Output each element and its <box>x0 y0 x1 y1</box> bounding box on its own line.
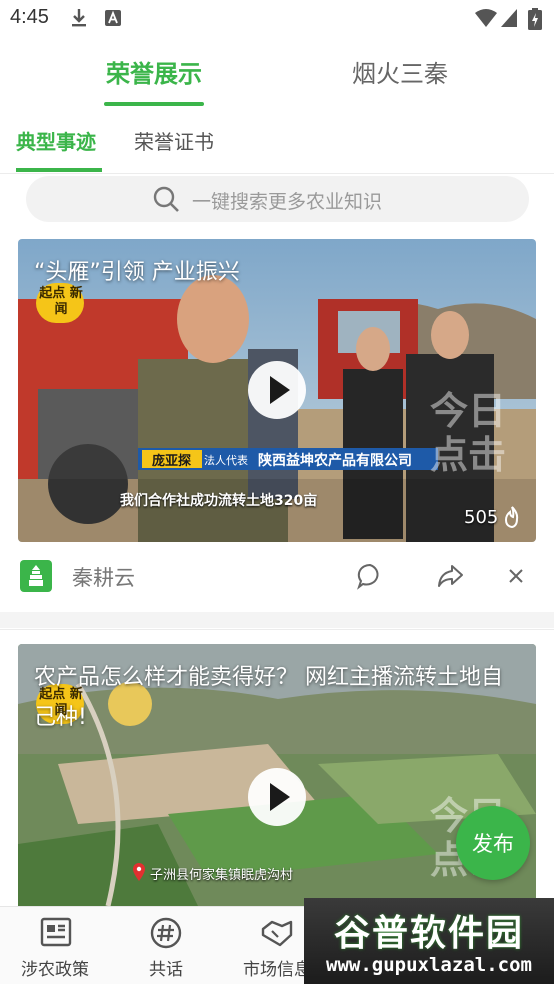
sub-tab-indicator <box>16 168 102 172</box>
hashtag-icon <box>150 917 182 949</box>
pagoda-icon <box>29 565 43 586</box>
search-icon <box>153 186 179 212</box>
nav-label: 共话 <box>149 960 183 980</box>
source-name[interactable]: 秦耕云 <box>72 562 135 592</box>
play-button[interactable] <box>248 768 306 826</box>
view-count: 505 <box>464 507 499 528</box>
card-separator <box>0 612 554 628</box>
status-time: 4:45 <box>10 6 49 28</box>
newspaper-icon <box>40 917 72 947</box>
nav-label: 涉农政策 <box>21 960 89 980</box>
caption-role: 法人代表 <box>204 454 248 467</box>
handshake-icon <box>261 920 293 947</box>
publish-button[interactable]: 发布 <box>456 806 530 880</box>
signal-icon <box>501 9 517 27</box>
location-pin-icon <box>133 863 145 881</box>
card-footer: 秦耕云 <box>0 546 554 606</box>
wifi-icon <box>475 9 497 27</box>
source-logo[interactable] <box>20 560 52 592</box>
tab-typical-deeds[interactable]: 典型事迹 <box>16 126 96 155</box>
publish-label: 发布 <box>472 832 514 856</box>
caption-company: 陕西益坤农产品有限公司 <box>258 453 412 469</box>
divider <box>0 173 554 174</box>
ad-banner[interactable]: 谷普软件园 www.gupuxlazal.com <box>304 898 554 984</box>
battery-icon <box>528 8 542 30</box>
source-badge: 起点 新闻 <box>39 687 83 718</box>
watermark-text: 今日 点击 <box>429 389 506 477</box>
share-icon[interactable] <box>436 562 464 590</box>
download-icon <box>72 9 86 27</box>
video-title: 农产品怎么样才能卖得好？ 网红主播流转土地自己种! <box>34 665 503 730</box>
search-input[interactable]: 一键搜索更多农业知识 <box>26 176 529 222</box>
tab-honor-certificates[interactable]: 荣誉证书 <box>134 126 214 155</box>
divider <box>0 629 554 630</box>
tab-honor-display[interactable]: 荣誉展示 <box>106 54 202 89</box>
tab-fireworks-sanqin[interactable]: 烟火三秦 <box>352 54 448 89</box>
video-subtitle: 我们合作社成功流转土地320亩 <box>120 493 318 509</box>
nav-item-discuss[interactable]: 共话 <box>111 907 221 984</box>
sub-tabs: 典型事迹 荣誉证书 <box>0 112 554 174</box>
location-text: 子洲县何家集镇眠虎沟村 <box>150 868 294 883</box>
comment-icon[interactable] <box>356 562 384 590</box>
app-notification-icon <box>105 10 121 26</box>
top-tab-indicator <box>104 102 204 106</box>
video-card[interactable]: “头雁”引领 产业振兴 起点 新闻 庞亚探 法人代表 陕西益坤农产品有限公司 我… <box>18 239 536 542</box>
video-card[interactable]: 农产品怎么样才能卖得好？ 网红主播流转土地自己种! 起点 新闻 今日 点击 子洲… <box>18 644 536 906</box>
top-tabs: 荣誉展示 烟火三秦 <box>0 44 554 108</box>
close-icon[interactable] <box>508 568 524 584</box>
source-badge: 起点 新闻 <box>39 286 83 317</box>
search-placeholder: 一键搜索更多农业知识 <box>192 191 383 213</box>
nav-item-policy[interactable]: 涉农政策 <box>0 907 110 984</box>
play-button[interactable] <box>248 361 306 419</box>
ad-banner-url: www.gupuxlazal.com <box>326 954 532 976</box>
caption-name: 庞亚探 <box>152 454 192 469</box>
status-bar: 4:45 <box>0 0 554 36</box>
ad-banner-title: 谷普软件园 <box>333 913 524 954</box>
fire-icon <box>504 506 519 529</box>
